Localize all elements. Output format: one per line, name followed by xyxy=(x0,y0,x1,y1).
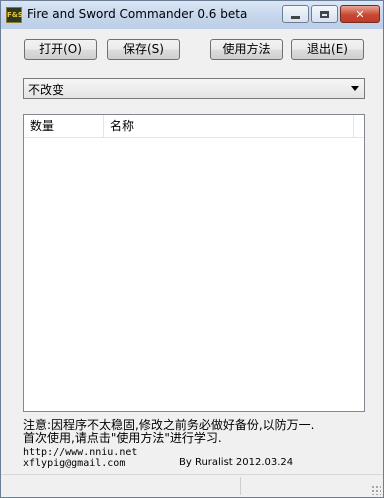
main-window: F&S Fire and Sword Commander 0.6 beta ✕ … xyxy=(0,0,384,498)
list-body[interactable] xyxy=(24,137,364,411)
website-url: http://www.nniu.net xyxy=(23,447,138,458)
window-title: Fire and Sword Commander 0.6 beta xyxy=(27,7,248,21)
minimize-icon xyxy=(291,15,300,19)
mode-dropdown[interactable]: 不改变 xyxy=(23,78,365,99)
notes: 注意:因程序不太稳固,修改之前务必做好备份,以防万一. 首次使用,请点击"使用方… xyxy=(23,419,373,445)
column-header-quantity[interactable]: 数量 xyxy=(24,115,104,137)
maximize-button[interactable] xyxy=(311,5,338,23)
author-email: xflypig@gmail.com xyxy=(23,458,126,469)
usage-note: 首次使用,请点击"使用方法"进行学习. xyxy=(23,431,222,445)
list-header: 数量 名称 xyxy=(24,115,364,138)
title-bar[interactable]: F&S Fire and Sword Commander 0.6 beta ✕ xyxy=(1,1,383,29)
chevron-down-icon xyxy=(351,86,359,91)
minimize-button[interactable] xyxy=(282,5,309,23)
status-bar xyxy=(1,474,383,497)
help-button[interactable]: 使用方法 xyxy=(210,39,283,60)
app-icon: F&S xyxy=(6,7,23,23)
save-button[interactable]: 保存(S) xyxy=(107,39,180,60)
status-pane xyxy=(243,477,379,495)
status-pane xyxy=(3,477,241,495)
close-icon: ✕ xyxy=(355,7,365,21)
maximize-icon xyxy=(320,10,329,18)
item-list[interactable]: 数量 名称 xyxy=(23,114,365,412)
close-button[interactable]: ✕ xyxy=(340,5,380,23)
dropdown-value: 不改变 xyxy=(28,83,65,97)
open-button[interactable]: 打开(O) xyxy=(24,39,97,60)
column-header-name[interactable]: 名称 xyxy=(104,115,354,137)
resize-grip-icon[interactable] xyxy=(371,485,381,495)
exit-button[interactable]: 退出(E) xyxy=(291,39,364,60)
author-credit: By Ruralist 2012.03.24 xyxy=(179,457,294,468)
